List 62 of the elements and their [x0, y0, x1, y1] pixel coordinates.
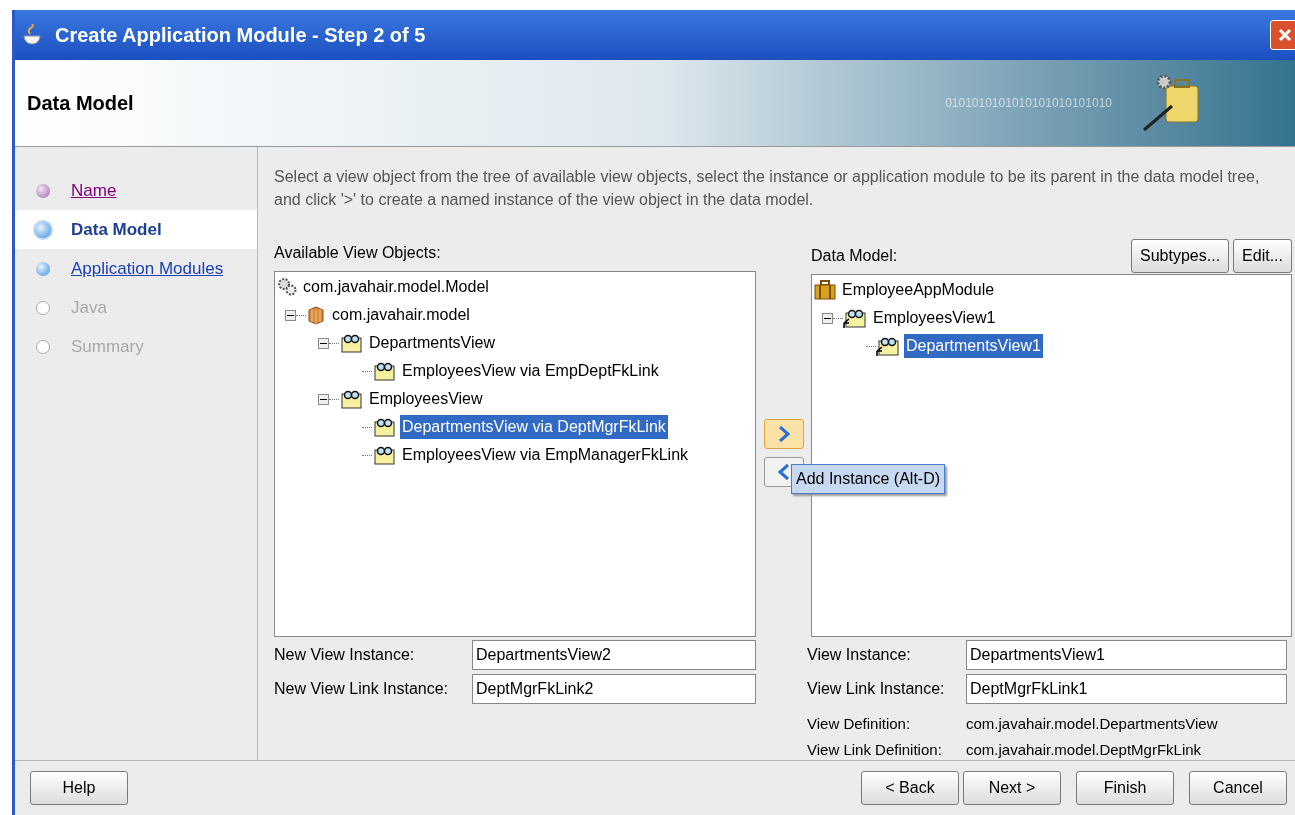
text-field[interactable]: DepartmentsView2: [472, 640, 756, 670]
wizard-button[interactable]: Finish: [1076, 771, 1174, 805]
field-label: View Link Instance:: [807, 679, 946, 699]
glasses-card-icon: [339, 388, 363, 410]
data-model-label: Data Model:: [811, 246, 898, 266]
tree-item[interactable]: EmployeesView: [367, 387, 485, 411]
tree-item[interactable]: com.javahair.model: [330, 303, 472, 327]
step-item[interactable]: Application Modules: [15, 249, 257, 288]
wizard-button[interactable]: < Back: [861, 771, 959, 805]
tree-item[interactable]: DepartmentsView via DeptMgrFkLink: [400, 415, 668, 439]
step-item: Summary: [15, 327, 257, 366]
text-field[interactable]: DeptMgrFkLink2: [472, 674, 756, 704]
tree-item[interactable]: EmployeesView via EmpManagerFkLink: [400, 443, 691, 467]
tree-item[interactable]: DepartmentsView: [367, 331, 497, 355]
step-item[interactable]: Data Model: [15, 210, 257, 249]
field-label: New View Instance:: [274, 645, 416, 665]
definition-value: com.javahair.model.DeptMgrFkLink: [966, 740, 1202, 760]
close-button[interactable]: [1270, 20, 1295, 50]
tree-item[interactable]: EmployeeAppModule: [840, 278, 997, 302]
window-title: Create Application Module - Step 2 of 5: [55, 23, 426, 48]
briefcase-icon: [814, 280, 836, 300]
subtypes-button[interactable]: Subtypes...: [1131, 239, 1230, 273]
glasses-card-icon: [372, 416, 396, 438]
glasses-card-arrow-icon: [843, 307, 867, 329]
collapse-icon[interactable]: [285, 309, 296, 321]
glasses-card-icon: [339, 332, 363, 354]
tree-item[interactable]: com.javahair.model.Model: [301, 275, 491, 299]
page-heading: Data Model: [27, 91, 134, 116]
edit-button[interactable]: Edit...: [1233, 239, 1292, 273]
tree-item[interactable]: EmployeesView via EmpDeptFkLink: [400, 359, 661, 383]
definition-label: View Link Definition:: [807, 740, 943, 760]
binary-pattern-text: 0101010101010101010101010: [945, 95, 1112, 112]
available-tree[interactable]: com.javahair.model.Model com.javahair.model DepartmentsView EmployeesView via EmpDeptFkLink EmployeesView DepartmentsView via DeptMgrFkLink EmployeesView via EmpManagerFkLink: [274, 271, 756, 637]
tree-item[interactable]: DepartmentsView1: [904, 334, 1043, 358]
field-label: New View Link Instance:: [274, 679, 449, 699]
wizard-button[interactable]: Next >: [963, 771, 1061, 805]
text-field[interactable]: DepartmentsView1: [966, 640, 1287, 670]
close-icon: [1278, 28, 1292, 42]
step-item[interactable]: Name: [15, 171, 257, 210]
add-button[interactable]: [763, 419, 804, 449]
gears-icon: [277, 277, 297, 297]
definition-value: com.javahair.model.DepartmentsView: [966, 714, 1218, 734]
available-objects-label: Available View Objects:: [274, 243, 442, 263]
help-button[interactable]: Help: [30, 771, 128, 805]
tree-item[interactable]: EmployeesView1: [871, 306, 998, 330]
glasses-card-arrow-icon: [876, 335, 900, 357]
collapse-icon[interactable]: [318, 393, 329, 405]
field-label: View Instance:: [807, 645, 912, 665]
collapse-icon[interactable]: [822, 312, 833, 324]
instructions-text: Select a view object from the tree of available view objects, select the instance or application module to be its parent in the data model tree, and click '>' to create a named instance of the view object in the data model.: [274, 167, 1261, 210]
briefcase-wand-icon: [1142, 72, 1202, 134]
wizard-button[interactable]: Cancel: [1189, 771, 1287, 805]
chevron-right-icon: [776, 425, 791, 443]
glasses-card-icon: [372, 360, 396, 382]
glasses-card-icon: [372, 444, 396, 466]
step-item: Java: [15, 288, 257, 327]
tooltip: Add Instance (Alt-D): [791, 464, 946, 494]
collapse-icon[interactable]: [318, 337, 329, 349]
text-field[interactable]: DeptMgrFkLink1: [966, 674, 1287, 704]
box-icon: [306, 305, 326, 325]
chevron-left-icon: [776, 463, 791, 481]
definition-label: View Definition:: [807, 714, 912, 734]
